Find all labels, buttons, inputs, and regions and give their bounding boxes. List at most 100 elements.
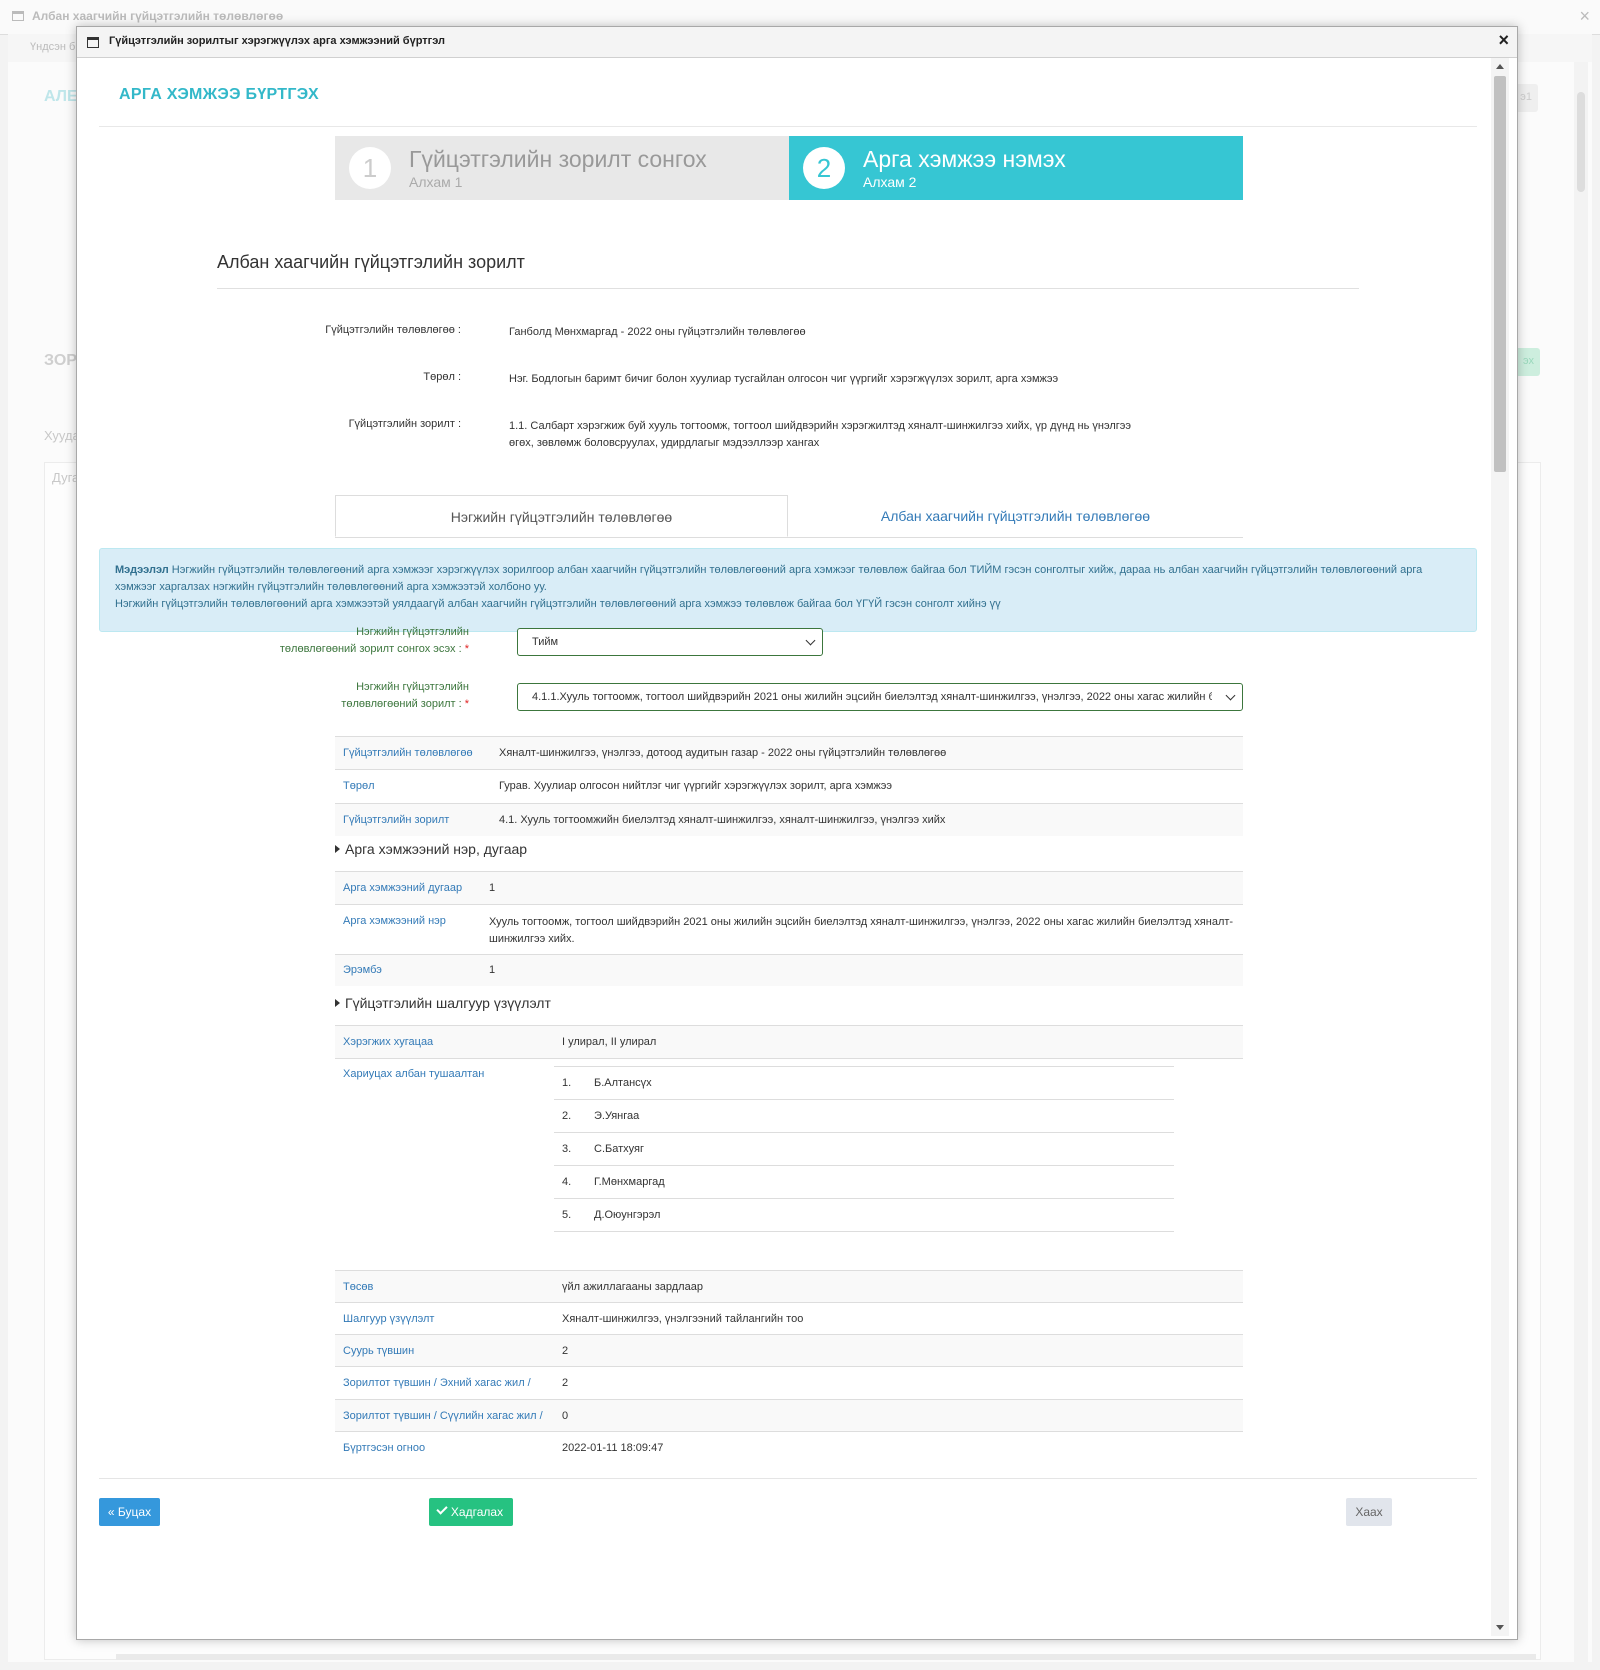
select-unit-goal-choice[interactable]: Тийм [517,628,823,656]
info-label: Гүйцэтгэлийн төлөвлөгөө : [325,324,461,336]
info-value: Ганболд Мөнхмаргад - 2022 оны гүйцэтгэли… [509,326,806,338]
table-row: Суурь түвшин 2 [335,1334,1243,1367]
required-marker: * [464,698,469,710]
table-row: Гүйцэтгэлийн төлөвлөгөө Хяналт-шинжилгээ… [335,736,1243,770]
row-key: Төсөв [335,1270,554,1303]
info-value: 1.1. Салбарт хэрэгжиж буй хууль тогтоомж… [509,420,1132,449]
table-row: Бүртгэсэн огноо 2022-01-11 18:09:47 [335,1431,1243,1464]
step-title: Арга хэмжээ нэмэх [863,146,1066,172]
background-window-title: Албан хаагчийн гүйцэтгэлийн төлөвлөгөө [32,9,284,23]
alert-text: Нэгжийн гүйцэтгэлийн төлөвлөгөөний арга … [115,564,1423,593]
window-icon [12,11,24,21]
scroll-thumb[interactable] [1494,76,1506,472]
table-row: Шалгуур үзүүлэлт Хяналт-шинжилгээ, үнэлг… [335,1302,1243,1335]
step-subtitle: Алхам 1 [409,174,463,190]
row-key: Арга хэмжээний нэр [335,904,481,955]
criteria-table: Хэрэгжих хугацаа I улирал, II улирал Хар… [335,1025,1243,1464]
dialog-titlebar: Гүйцэтгэлийн зорилтыг хэрэгжүүлэх арга х… [77,27,1517,58]
select-unit-goal[interactable]: 4.1.1.Хууль тогтоомж, тогтоол шийдвэрийн… [517,683,1243,711]
row-key: Хэрэгжих хугацаа [335,1025,554,1059]
officials-list: 1. Б.Алтансүх 2. Э.Уянгаа 3. С.Батхуяг 4. Г.… [554,1066,1174,1232]
row-value: 1 [481,871,1243,905]
row-value: I улирал, II улирал [554,1025,1243,1059]
step-number: 1 [349,147,391,189]
background-bottom-bar [116,1654,1536,1660]
required-marker: * [464,643,469,655]
background-tab[interactable]: Үндсэн б [30,41,75,53]
form-label: Нэгжийн гүйцэтгэлийн төлөвлөгөөний зорил… [279,626,469,655]
close-button[interactable]: Хаах [1346,1498,1392,1526]
chevron-down-icon [1225,690,1236,701]
row-value: 4.1. Хууль тогтоомжийн биелэлтэд хяналт-… [491,803,1243,836]
page-title: АРГА ХЭМЖЭЭ БҮРТГЭХ [119,86,320,103]
table-row: Зорилтот түвшин / Сүүлийн хагас жил / 0 [335,1399,1243,1432]
background-label: Хууда [44,428,80,443]
dialog-title: Гүйцэтгэлийн зорилтыг хэрэгжүүлэх арга х… [109,35,446,47]
wizard-step-2[interactable]: 2 Арга хэмжээ нэмэх Алхам 2 [789,136,1243,200]
row-value: 1 [481,954,1243,986]
background-heading: АЛЕ [44,88,78,105]
row-key: Зорилтот түвшин / Сүүлийн хагас жил / [335,1399,554,1432]
measure-registration-dialog: Гүйцэтгэлийн зорилтыг хэрэгжүүлэх арга х… [76,26,1518,1640]
form-label: Нэгжийн гүйцэтгэлийн төлөвлөгөөний зорил… [341,681,469,710]
row-value: 2 [554,1366,1243,1400]
unit-plan-table: Гүйцэтгэлийн төлөвлөгөө Хяналт-шинжилгээ… [335,736,1243,836]
row-key: Шалгуур үзүүлэлт [335,1302,554,1335]
row-key: Суурь түвшин [335,1334,554,1367]
row-key: Гүйцэтгэлийн төлөвлөгөө [335,736,491,770]
table-row: Төсөв үйл ажиллагааны зардлаар [335,1270,1243,1303]
table-row: Гүйцэтгэлийн зорилт 4.1. Хууль тогтоомжи… [335,803,1243,836]
window-icon [87,37,99,48]
divider [99,126,1477,127]
row-value: 0 [554,1399,1243,1432]
table-row: Зорилтот түвшин / Эхний хагас жил / 2 [335,1366,1243,1400]
alert-title: Мэдээлэл [115,564,169,576]
row-key: Зорилтот түвшин / Эхний хагас жил / [335,1366,554,1400]
measure-table: Арга хэмжээний дугаар 1 Арга хэмжээний н… [335,871,1243,986]
row-value: Хяналт-шинжилгээ, үнэлгээ, дотоод аудиты… [491,736,1243,770]
tab-unit-plan[interactable]: Нэгжийн гүйцэтгэлийн төлөвлөгөө [335,495,788,537]
list-item: 5. Д.Оюунгэрэл [554,1198,1174,1232]
tab-employee-plan[interactable]: Албан хаагчийн гүйцэтгэлийн төлөвлөгөө [789,495,1242,537]
chevron-down-icon [805,635,816,646]
list-item: 1. Б.Алтансүх [554,1066,1174,1100]
dialog-scrollbar[interactable] [1491,58,1509,1636]
save-button[interactable]: Хадгалах [429,1498,513,1526]
row-value: Хууль тогтоомж, тогтоол шийдвэрийн 2021 … [481,904,1243,955]
row-key: Бүртгэсэн огноо [335,1431,554,1464]
row-key: Эрэмбэ [335,954,481,986]
info-alert: Мэдээлэл Нэгжийн гүйцэтгэлийн төлөвлөгөө… [99,548,1477,632]
back-button[interactable]: « Буцах [99,1498,160,1526]
step-number: 2 [803,147,845,189]
list-item: 3. С.Батхуяг [554,1132,1174,1166]
scroll-down-icon[interactable] [1496,1625,1504,1630]
background-close-icon[interactable]: × [1579,6,1590,27]
plan-tabs: Нэгжийн гүйцэтгэлийн төлөвлөгөө Албан ха… [335,495,1243,538]
row-value: Хяналт-шинжилгээ, үнэлгээний тайлангийн … [554,1302,1243,1335]
row-value: 2 [554,1334,1243,1367]
table-row: Төрөл Гурав. Хуулиар олгосон нийтлэг чиг… [335,769,1243,804]
row-key: Гүйцэтгэлийн зорилт [335,803,491,836]
info-label: Төрөл : [423,371,461,383]
section-title: Албан хаагчийн гүйцэтгэлийн зорилт [217,252,525,272]
row-key: Хариуцах албан тушаалтан [335,1058,554,1271]
table-row: Эрэмбэ 1 [335,954,1243,986]
table-row: Арга хэмжээний дугаар 1 [335,871,1243,905]
wizard-step-1[interactable]: 1 Гүйцэтгэлийн зорилт сонгох Алхам 1 [335,136,789,200]
scroll-up-icon[interactable] [1496,64,1504,69]
list-item: 4. Г.Мөнхмаргад [554,1165,1174,1199]
row-value: 1. Б.Алтансүх 2. Э.Уянгаа 3. С.Батхуяг 4. Г.… [554,1058,1243,1271]
close-icon[interactable]: × [1498,30,1509,51]
caret-right-icon [335,999,340,1007]
section-heading: Гүйцэтгэлийн шалгуур үзүүлэлт [335,995,551,1011]
alert-text: Нэгжийн гүйцэтгэлийн төлөвлөгөөний арга … [115,598,1001,610]
info-label: Гүйцэтгэлийн зорилт : [348,418,461,430]
row-value: 2022-01-11 18:09:47 [554,1431,1243,1464]
info-value: Нэг. Бодлогын баримт бичиг болон хуулиар… [509,373,1059,385]
table-row: Арга хэмжээний нэр Хууль тогтоомж, тогто… [335,904,1243,955]
table-row: Хариуцах албан тушаалтан 1. Б.Алтансүх 2.… [335,1058,1243,1271]
row-value: үйл ажиллагааны зардлаар [554,1270,1243,1303]
background-scrollbar [1574,62,1588,1662]
background-heading-2: ЗОР [44,352,77,369]
caret-right-icon [335,845,340,853]
